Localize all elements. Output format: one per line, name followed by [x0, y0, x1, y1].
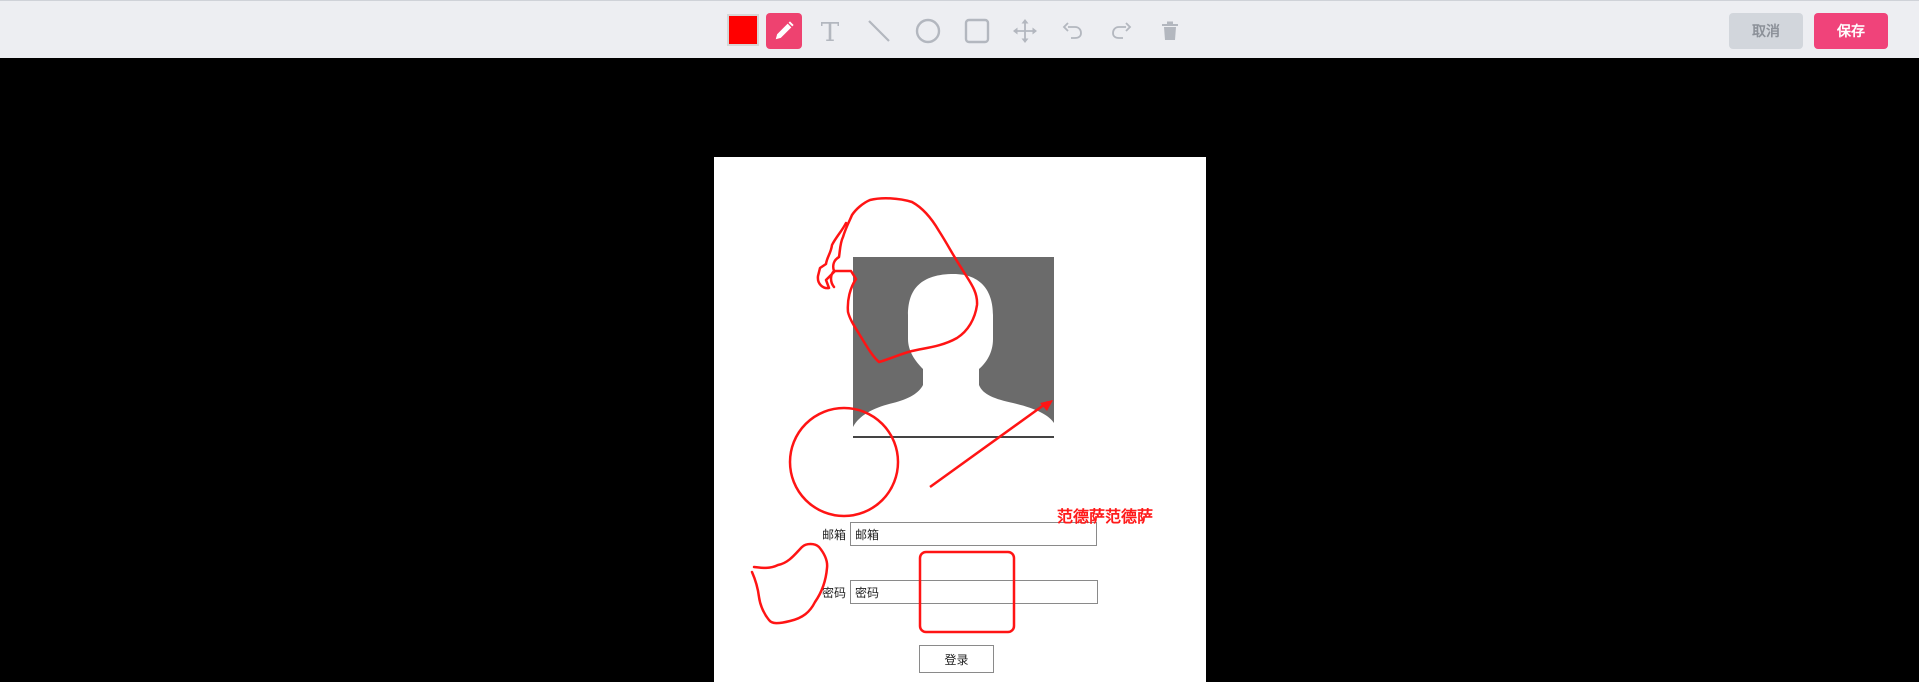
redo-icon	[1112, 22, 1132, 39]
screenshot-page: 邮箱 密码 登录 范德萨范德萨	[714, 157, 1206, 682]
line-icon	[868, 20, 890, 42]
password-field[interactable]	[850, 580, 1098, 604]
save-button[interactable]: 保存	[1814, 13, 1888, 49]
editor-canvas-area: 邮箱 密码 登录 范德萨范德萨	[0, 58, 1919, 682]
text-tool-button[interactable]	[812, 13, 848, 49]
text-t-icon	[821, 22, 839, 41]
user-silhouette-icon	[853, 273, 1054, 436]
move-arrows-icon	[1013, 19, 1037, 43]
password-label: 密码	[822, 586, 847, 600]
undo-icon	[1062, 22, 1082, 39]
circle-tool-button[interactable]	[910, 13, 946, 49]
login-button[interactable]: 登录	[919, 645, 994, 673]
trash-icon	[1162, 21, 1178, 40]
color-picker-swatch[interactable]	[727, 14, 759, 46]
rectangle-tool-button[interactable]	[959, 13, 995, 49]
pencil-tool-button[interactable]	[766, 13, 802, 49]
line-tool-button[interactable]	[861, 13, 897, 49]
redo-tool-button[interactable]	[1103, 13, 1139, 49]
pencil-icon	[775, 21, 794, 40]
move-tool-button[interactable]	[1007, 13, 1043, 49]
rectangle-icon	[964, 18, 990, 44]
freehand-stroke-bottom[interactable]	[750, 542, 829, 625]
delete-tool-button[interactable]	[1152, 13, 1188, 49]
undo-tool-button[interactable]	[1055, 13, 1091, 49]
annotation-toolbar: 取消 保存	[0, 0, 1919, 58]
avatar-placeholder	[853, 257, 1054, 438]
text-annotation[interactable]: 范德萨范德萨	[1057, 503, 1153, 527]
circle-icon	[915, 18, 941, 44]
cancel-button[interactable]: 取消	[1729, 13, 1803, 49]
email-label: 邮箱	[822, 528, 847, 542]
